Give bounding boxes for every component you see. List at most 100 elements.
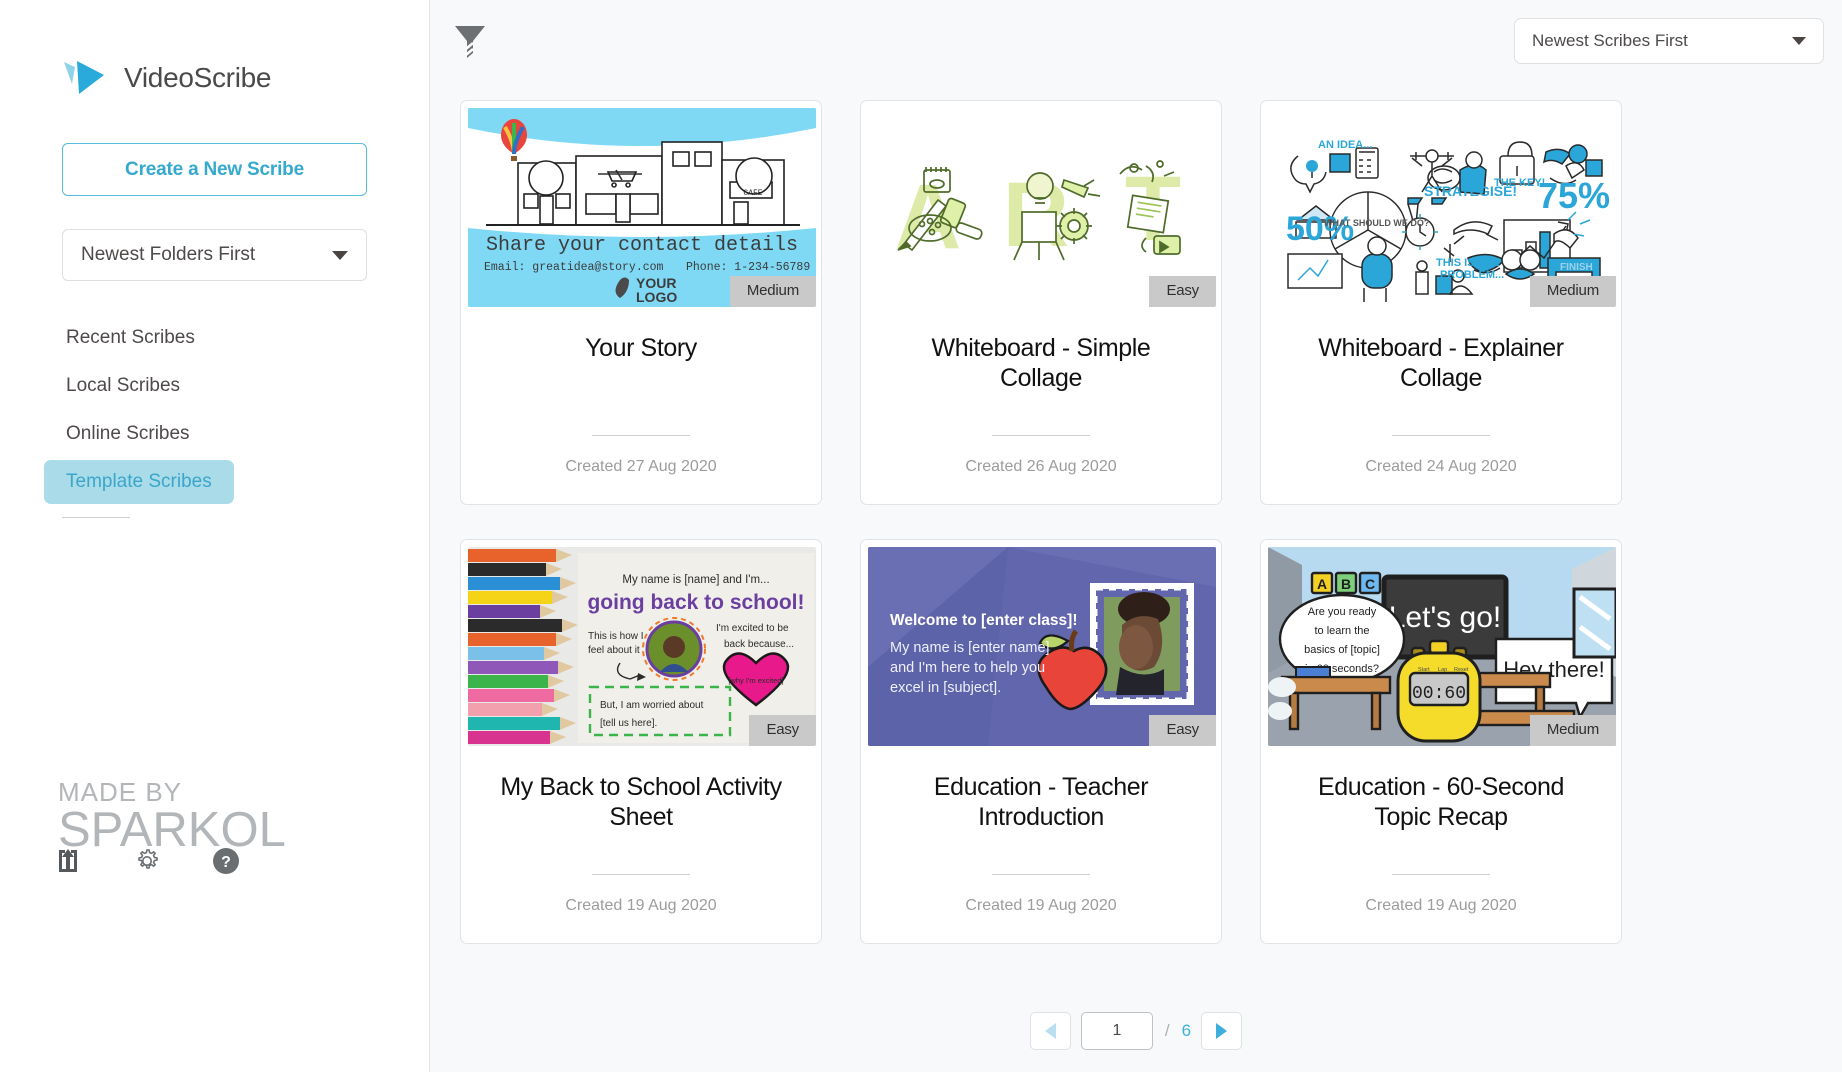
scribe-created-date: Created 26 Aug 2020	[965, 458, 1117, 475]
label-this-is-the: THIS IS THE	[1436, 257, 1500, 269]
scribe-thumbnail: Let's go! A B C Are you ready to learn t…	[1268, 547, 1616, 746]
made-by-label: MADE BY	[58, 776, 183, 807]
sidebar-item-label: Online Scribes	[66, 423, 190, 444]
bubble-left-line1: Are you ready	[1308, 606, 1377, 618]
scribe-card[interactable]: CAFE Share your contact details Email: g…	[460, 100, 822, 505]
block-letter-b: B	[1341, 576, 1351, 592]
scribe-card-footer: Created 19 Aug 2020	[1268, 874, 1614, 943]
scribe-sort-value: Newest Scribes First	[1532, 31, 1688, 50]
thumb-phone: Phone: 1-234-56789	[686, 261, 810, 274]
blackboard-text: Let's go!	[1389, 601, 1501, 634]
scribe-card-footer: Created 19 Aug 2020	[468, 874, 814, 943]
prev-page-button[interactable]	[1029, 1012, 1071, 1050]
scribe-card-footer: Created 26 Aug 2020	[868, 435, 1214, 504]
scribe-created-date: Created 19 Aug 2020	[1365, 897, 1517, 914]
scribe-sort-select[interactable]: Newest Scribes First	[1514, 18, 1824, 64]
difficulty-badge: Easy	[1149, 276, 1216, 307]
next-page-button[interactable]	[1201, 1012, 1243, 1050]
scribe-card[interactable]: Welcome to [enter class]! My name is [en…	[860, 539, 1222, 944]
scribe-title: Your Story	[585, 334, 697, 362]
sidebar-item-label: Template Scribes	[66, 471, 212, 492]
sidebar-divider	[62, 517, 130, 518]
brand-logo[interactable]: VideoScribe	[0, 0, 429, 98]
block-letter-c: C	[1365, 576, 1375, 592]
card-divider	[992, 874, 1090, 875]
bts-line1: My name is [name] and I'm...	[622, 574, 769, 586]
scribe-title: Education - 60-Second Topic Recap	[1318, 773, 1564, 831]
timer-value: 00:60	[1412, 684, 1466, 704]
timer-label-lap: Lap	[1438, 667, 1447, 673]
difficulty-badge: Medium	[1529, 276, 1616, 307]
scribe-thumbnail: CAFE Share your contact details Email: g…	[468, 108, 816, 307]
timer-label-start: Start	[1418, 667, 1430, 673]
bts-excited-line1: I'm excited to be	[716, 623, 789, 634]
card-divider	[592, 435, 690, 436]
help-icon[interactable]: ?	[210, 845, 242, 877]
scribe-card-footer: Created 19 Aug 2020	[868, 874, 1214, 943]
app-root: VideoScribe Create a New Scribe Newest F…	[0, 0, 1842, 1072]
bts-heart-text: [why I'm excited]	[728, 676, 783, 685]
create-new-scribe-button[interactable]: Create a New Scribe	[62, 143, 367, 196]
chevron-left-icon	[1044, 1023, 1056, 1039]
difficulty-badge: Easy	[749, 715, 816, 746]
brand-name: VideoScribe	[124, 62, 272, 93]
teacher-body1: My name is [enter name]	[890, 640, 1050, 656]
gear-icon[interactable]	[131, 845, 163, 877]
timer-label-reset: Reset	[1454, 667, 1469, 673]
sidebar-item-template-scribes[interactable]: Template Scribes	[44, 460, 234, 504]
scribe-card[interactable]: AN IDEA... 50% WHAT SHOULD WE DO? STRATE…	[1260, 100, 1622, 505]
filter-icon[interactable]	[452, 20, 488, 60]
scribe-created-date: Created 19 Aug 2020	[965, 897, 1117, 914]
pagination: / 6	[430, 1012, 1842, 1050]
sidebar-nav: Recent Scribes Local Scribes Online Scri…	[0, 316, 430, 518]
bubble-left-line2: to learn the	[1314, 625, 1369, 637]
folder-sort-select[interactable]: Newest Folders First	[62, 229, 367, 281]
scribe-thumbnail: AN IDEA... 50% WHAT SHOULD WE DO? STRATE…	[1268, 108, 1616, 307]
sidebar-footer-icons: ?	[52, 845, 242, 877]
bts-headline: going back to school!	[587, 591, 804, 614]
bubble-left-line3: basics of [topic]	[1304, 644, 1380, 656]
svg-text:?: ?	[221, 854, 231, 871]
scribe-card-footer: Created 27 Aug 2020	[468, 435, 814, 504]
chevron-down-icon	[1792, 37, 1806, 45]
bts-excited-line2: back because...	[724, 639, 794, 650]
scribe-card[interactable]: A R T	[860, 100, 1222, 505]
thumb-logo-line2: LOGO	[636, 289, 677, 305]
scribe-created-date: Created 24 Aug 2020	[1365, 458, 1517, 475]
create-new-scribe-label: Create a New Scribe	[125, 158, 304, 180]
scribe-card[interactable]: My name is [name] and I'm... going back …	[460, 539, 822, 944]
scribe-title: Whiteboard - Simple Collage	[931, 334, 1151, 392]
page-number-input[interactable]	[1080, 1012, 1153, 1050]
scribe-card-footer: Created 24 Aug 2020	[1268, 435, 1614, 504]
label-an-idea: AN IDEA...	[1318, 139, 1372, 151]
label-finish: FINISH	[1560, 262, 1593, 273]
scribe-created-date: Created 19 Aug 2020	[565, 897, 717, 914]
main-content: Newest Scribes First CAFE Share your con…	[430, 0, 1842, 1072]
sidebar-item-local-scribes[interactable]: Local Scribes	[44, 364, 202, 408]
scribe-thumbnail: A R T	[868, 108, 1216, 307]
difficulty-badge: Easy	[1149, 715, 1216, 746]
card-divider	[1392, 435, 1490, 436]
label-seventyfive: 75%	[1538, 175, 1610, 216]
toolbar: Newest Scribes First	[430, 0, 1842, 85]
scribe-thumbnail: My name is [name] and I'm... going back …	[468, 547, 816, 746]
videoscribe-play-icon	[62, 58, 110, 98]
block-letter-a: A	[1317, 576, 1327, 592]
scribe-created-date: Created 27 Aug 2020	[565, 458, 717, 475]
sidebar-item-online-scribes[interactable]: Online Scribes	[44, 412, 212, 456]
scribe-card[interactable]: Let's go! A B C Are you ready to learn t…	[1260, 539, 1622, 944]
folder-sort-value: Newest Folders First	[81, 244, 256, 265]
scribe-title: Education - Teacher Introduction	[933, 773, 1149, 831]
card-divider	[592, 874, 690, 875]
card-divider	[992, 435, 1090, 436]
label-problem: PROBLEM...	[1440, 269, 1504, 281]
bts-worried-line1: But, I am worried about	[600, 700, 704, 711]
difficulty-badge: Medium	[1529, 715, 1616, 746]
card-divider	[1392, 874, 1490, 875]
total-pages[interactable]: 6	[1182, 1021, 1191, 1041]
import-icon[interactable]	[52, 845, 84, 877]
teacher-body3: excel in [subject].	[890, 680, 1001, 696]
thumb-email: Email: greatidea@story.com	[484, 261, 664, 274]
sidebar-item-recent-scribes[interactable]: Recent Scribes	[44, 316, 217, 360]
scribe-title: My Back to School Activity Sheet	[500, 773, 782, 831]
